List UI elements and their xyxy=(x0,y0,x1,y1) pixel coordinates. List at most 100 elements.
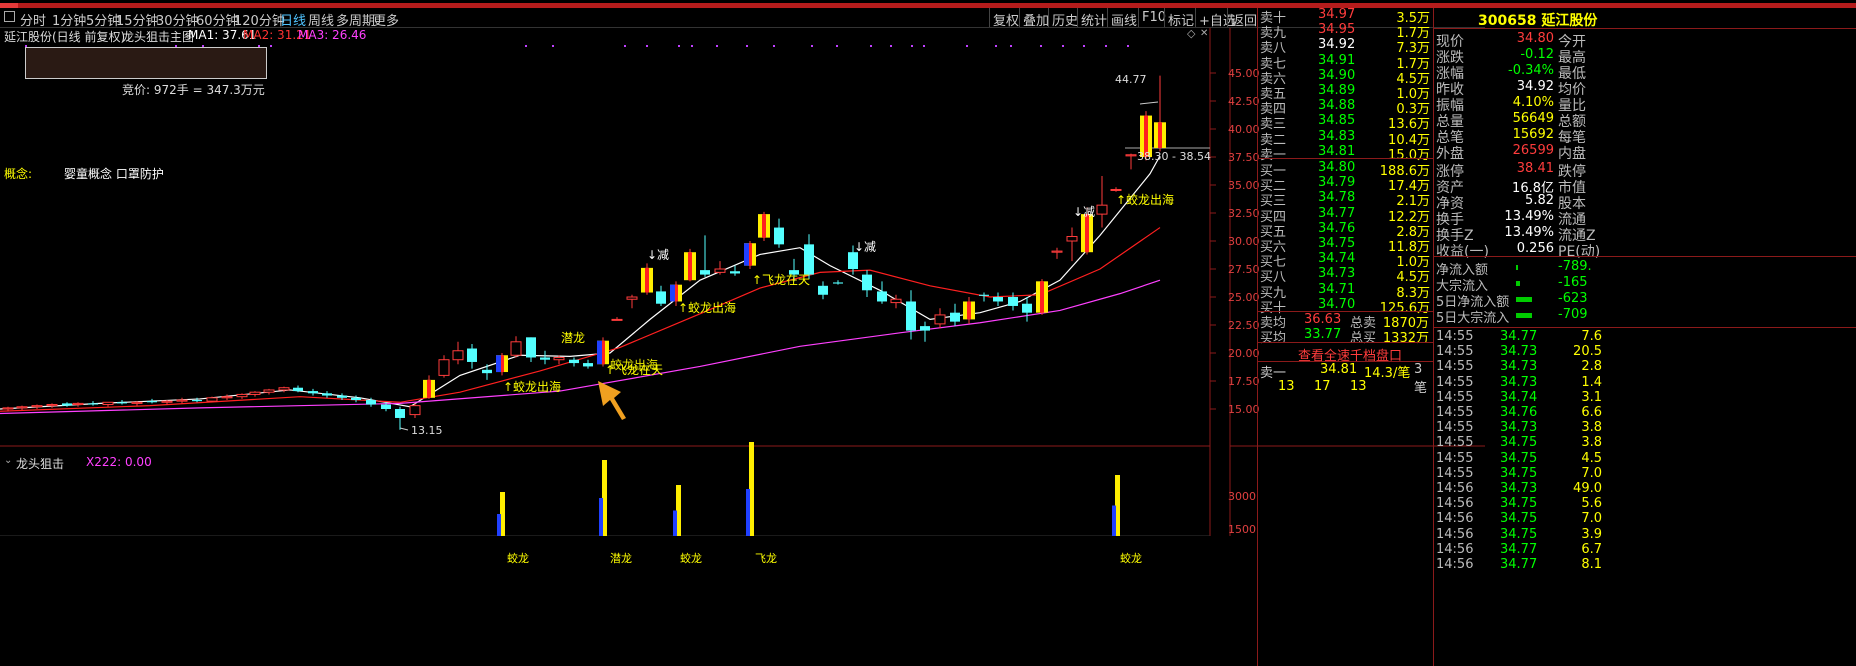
tick-price: 34.74 xyxy=(1500,389,1538,405)
candle-body xyxy=(862,274,872,291)
sell1-order-1: 13 xyxy=(1278,379,1295,394)
candle-body-core xyxy=(1158,122,1162,149)
volume-bar-blue xyxy=(1112,505,1116,536)
collapse-icon[interactable]: ⌄ xyxy=(4,455,12,466)
toolbar-button-3[interactable]: 统计 xyxy=(1077,8,1110,29)
flow-value: -165 xyxy=(1558,275,1588,290)
candle-body xyxy=(438,359,450,376)
candle-body-core xyxy=(427,379,431,398)
ma3-value: MA3: 26.46 xyxy=(298,28,367,42)
signal-jian-3: ↓减 xyxy=(1073,205,1096,219)
price-axis-label: 42.50 xyxy=(1228,95,1260,108)
toolbar-button-0[interactable]: 复权 xyxy=(989,8,1022,29)
sub-chart-value: X222: 0.00 xyxy=(86,455,152,469)
asks-row-8: 卖二 34.83 10.4万 xyxy=(1258,129,1434,148)
sell1-detail-price: 34.81 xyxy=(1320,362,1358,377)
signal-dot xyxy=(1040,45,1042,47)
candle-body xyxy=(553,356,565,361)
signal-dot xyxy=(1127,45,1129,47)
period-tab-5[interactable]: 60分钟 xyxy=(196,10,239,29)
signal-qianlong: 潜龙 xyxy=(561,331,586,345)
chart-indicator-name[interactable]: 龙头狙击主图 xyxy=(122,28,194,45)
toolbar-button-4[interactable]: 画线 xyxy=(1107,8,1140,29)
candle-body xyxy=(249,391,261,395)
tick-time: 14:55 xyxy=(1436,450,1474,466)
bids-price: 34.71 xyxy=(1318,281,1356,297)
flow-value: -709 xyxy=(1558,307,1588,322)
period-tab-10[interactable]: 更多 xyxy=(373,10,399,29)
toolbar-button-8[interactable]: 返回 xyxy=(1227,8,1260,29)
candle-body-core xyxy=(762,214,766,238)
candle-body xyxy=(1125,154,1137,157)
period-tab-9[interactable]: 多周期 xyxy=(336,10,375,29)
candle-body xyxy=(161,400,173,403)
signal-dot xyxy=(870,45,872,47)
period-tab-6[interactable]: 120分钟 xyxy=(234,10,285,29)
tick-volume: 1.4 xyxy=(1581,374,1602,390)
signal-dot xyxy=(1010,45,1012,47)
asks-row-7: 卖三 34.85 13.6万 xyxy=(1258,113,1434,132)
candle-body xyxy=(117,402,127,404)
candle-body xyxy=(395,409,405,418)
bids-row-7: 买八 34.73 4.5万 xyxy=(1258,266,1434,285)
candle-body xyxy=(950,312,960,322)
candle-body xyxy=(656,291,666,304)
toolbar-button-6[interactable]: 标记 xyxy=(1164,8,1197,29)
signal-dot xyxy=(966,45,968,47)
bids-price: 34.78 xyxy=(1318,190,1356,206)
signal-jian-1: ↓减 xyxy=(647,248,670,262)
period-tab-3[interactable]: 15分钟 xyxy=(116,10,159,29)
low-price-label: 13.15 xyxy=(411,424,443,437)
period-tab-7[interactable]: 日线 xyxy=(280,10,306,29)
candle-body xyxy=(236,393,248,398)
period-tab-8[interactable]: 周线 xyxy=(308,10,334,29)
candle-body xyxy=(526,337,536,358)
candle-body xyxy=(1051,250,1063,253)
bids-price: 34.73 xyxy=(1318,266,1356,282)
price-axis-label: 32.50 xyxy=(1228,207,1260,220)
tick-time: 14:55 xyxy=(1436,389,1474,405)
signal-dot xyxy=(1105,45,1107,47)
tick-time: 14:56 xyxy=(1436,511,1474,527)
avg-label: 买均 xyxy=(1260,331,1287,346)
signal-dot xyxy=(836,45,838,47)
quote-value: 5.82 xyxy=(1525,193,1554,208)
asks-row-3: 卖七 34.91 1.7万 xyxy=(1258,53,1434,72)
candle-body xyxy=(569,359,579,364)
tick-price: 34.75 xyxy=(1500,496,1538,512)
signal-dot xyxy=(525,45,527,47)
tick-volume: 49.0 xyxy=(1573,481,1602,496)
tick-time: 14:56 xyxy=(1436,526,1474,542)
flow-bar xyxy=(1516,265,1518,270)
signal-dot xyxy=(624,45,626,47)
flow-value: -789. xyxy=(1558,259,1592,274)
signal-dot xyxy=(923,45,925,47)
period-tab-4[interactable]: 30分钟 xyxy=(156,10,199,29)
candle-body xyxy=(540,357,550,360)
diamond-icon[interactable]: ◇ xyxy=(1187,27,1195,40)
candle-body xyxy=(62,403,72,406)
candle-body-core xyxy=(688,252,692,281)
candle-body xyxy=(221,396,233,399)
candle-blue-mark xyxy=(744,243,749,266)
tick-volume: 2.8 xyxy=(1581,359,1602,375)
tick-time: 14:56 xyxy=(1436,557,1474,572)
sub-chart-title[interactable]: 龙头狙击 xyxy=(16,455,64,472)
tick-volume: 6.7 xyxy=(1581,541,1602,557)
concept-label: 概念: xyxy=(4,167,33,181)
tick-price: 34.75 xyxy=(1500,450,1538,466)
high-price-label: 44.77 xyxy=(1115,73,1147,86)
price-axis-label: 27.50 xyxy=(1228,263,1260,276)
tick-volume: 3.1 xyxy=(1581,389,1602,405)
period-tab-1[interactable]: 1分钟 xyxy=(52,10,86,29)
signal-jiaolong-1: ↑蛟龙出海 xyxy=(503,380,562,394)
price-axis-label: 15.00 xyxy=(1228,403,1260,416)
tick-time: 14:56 xyxy=(1436,481,1474,496)
signal-jiaolong-2: ↑蛟龙出海 xyxy=(678,301,737,315)
period-tab-0[interactable]: 分时 xyxy=(20,10,46,29)
menu-icon[interactable] xyxy=(4,11,15,22)
candle-body xyxy=(322,393,332,396)
candle-body xyxy=(381,404,391,409)
candle-body xyxy=(920,326,930,331)
close-icon[interactable]: ✕ xyxy=(1200,28,1208,39)
